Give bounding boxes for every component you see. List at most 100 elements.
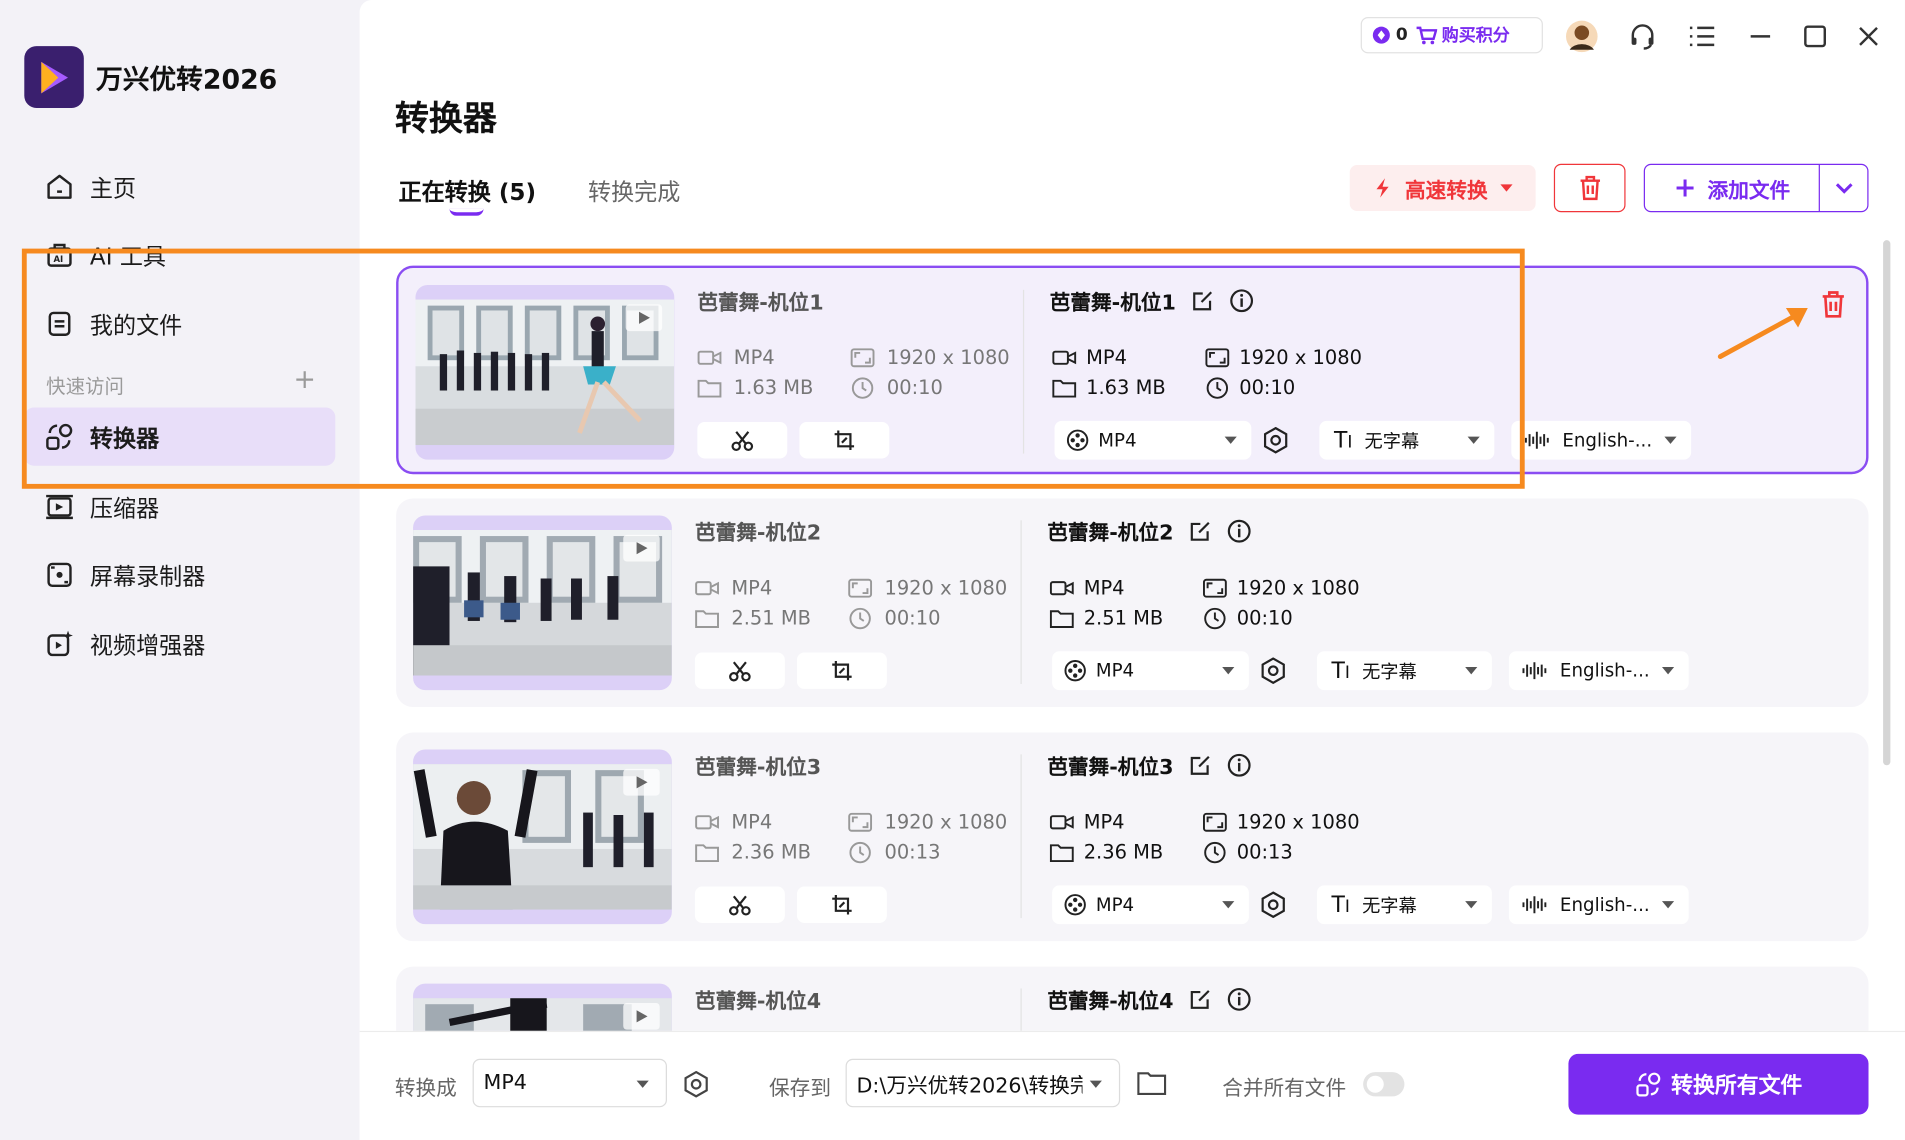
video-thumbnail[interactable] — [413, 749, 672, 925]
info-icon[interactable] — [1227, 987, 1251, 1011]
clock-icon — [1206, 376, 1229, 399]
subtitle-select[interactable]: TI 无字幕 — [1316, 651, 1492, 691]
crop-button[interactable] — [799, 422, 890, 459]
video-thumbnail[interactable] — [413, 983, 672, 1031]
subtitle-select[interactable]: TI 无字幕 — [1319, 420, 1495, 460]
convert-to-value: MP4 — [483, 1070, 527, 1096]
info-icon[interactable] — [1229, 288, 1253, 312]
merge-all-toggle[interactable] — [1363, 1072, 1405, 1097]
subtitle-value: 无字幕 — [1362, 660, 1417, 683]
trim-button[interactable] — [694, 886, 785, 923]
card-divider — [1020, 520, 1022, 685]
sidebar-item-screen-recorder[interactable]: 屏幕录制器 — [24, 546, 335, 604]
remove-file-button[interactable] — [1820, 290, 1847, 319]
sidebar-item-compressor[interactable]: 压缩器 — [24, 478, 335, 536]
file-card[interactable]: 芭蕾舞-机位1 MP4 1.63 MB 1920 x 1080 00:10 芭蕾… — [396, 265, 1869, 475]
sidebar-item-converter[interactable]: 转换器 — [24, 407, 336, 466]
tab-converting[interactable]: 正在转换 (5) — [398, 175, 536, 208]
save-to-select[interactable]: D:\万兴优转2026\转换完成 — [845, 1058, 1121, 1108]
sidebar-item-label: 视频增强器 — [89, 632, 206, 660]
buy-points-button[interactable]: 购买积分 — [1415, 23, 1510, 47]
sidebar-item-home[interactable]: 主页 — [24, 158, 335, 216]
video-thumbnail[interactable] — [413, 515, 672, 691]
list-scrollbar[interactable] — [1883, 240, 1891, 766]
convert-all-button[interactable]: 转换所有文件 — [1568, 1053, 1869, 1115]
chevron-down-icon — [1661, 901, 1675, 909]
source-size: 2.51 MB — [695, 606, 811, 629]
support-button[interactable] — [1623, 17, 1662, 56]
chevron-down-icon — [1467, 436, 1480, 444]
clock-icon — [851, 376, 874, 399]
output-format-select[interactable]: MP4 — [1052, 885, 1249, 925]
edit-icon[interactable] — [1190, 288, 1214, 312]
avatar[interactable] — [1562, 17, 1601, 56]
edit-icon[interactable] — [1188, 987, 1212, 1011]
info-icon[interactable] — [1227, 518, 1251, 543]
subtitle-value: 无字幕 — [1362, 894, 1417, 917]
edit-icon[interactable] — [1188, 518, 1212, 542]
app-logo-icon — [24, 46, 84, 108]
maximize-icon — [1804, 25, 1826, 48]
output-format-select[interactable]: MP4 — [1054, 420, 1252, 460]
file-card[interactable]: 芭蕾舞-机位4 芭蕾舞-机位4 — [396, 966, 1869, 1031]
close-button[interactable] — [1849, 17, 1888, 56]
clock-icon — [1204, 841, 1226, 863]
file-card[interactable]: 芭蕾舞-机位3 MP4 2.36 MB 1920 x 1080 00:13 芭蕾… — [396, 732, 1869, 942]
crop-button[interactable] — [796, 886, 887, 923]
open-folder-button[interactable] — [1137, 1071, 1167, 1096]
crop-icon — [832, 895, 852, 915]
sidebar-item-label: 压缩器 — [89, 495, 160, 523]
film-reel-icon — [1064, 894, 1086, 916]
edit-icon[interactable] — [1188, 753, 1212, 777]
delete-all-button[interactable] — [1553, 163, 1626, 213]
audio-track-select[interactable]: English-... — [1508, 885, 1689, 925]
format-settings-button[interactable] — [1256, 654, 1290, 688]
minimize-icon — [1750, 35, 1771, 38]
sidebar-item-my-files[interactable]: 我的文件 — [24, 295, 335, 353]
duration-label: 00:13 — [1236, 840, 1293, 864]
high-speed-conversion-button[interactable]: 高速转换 — [1349, 164, 1536, 212]
play-icon[interactable] — [623, 1002, 660, 1030]
crop-button[interactable] — [796, 652, 887, 689]
info-icon[interactable] — [1227, 753, 1251, 777]
audio-track-select[interactable]: English-... — [1508, 651, 1689, 691]
audio-wave-icon — [1522, 896, 1547, 914]
audio-track-select[interactable]: English-... — [1511, 420, 1692, 460]
quick-access-add-button[interactable]: + — [293, 367, 315, 399]
play-icon[interactable] — [625, 304, 663, 332]
source-format: MP4 — [695, 576, 772, 599]
add-files-main[interactable]: 添加文件 — [1645, 164, 1820, 212]
minimize-button[interactable] — [1741, 17, 1780, 56]
trim-button[interactable] — [694, 652, 785, 689]
add-files-dropdown[interactable] — [1820, 182, 1867, 194]
sidebar-item-ai-tools[interactable]: AI AI 工具 — [24, 226, 335, 284]
global-format-settings-button[interactable] — [683, 1070, 710, 1098]
play-icon[interactable] — [623, 768, 660, 796]
play-icon[interactable] — [623, 534, 660, 562]
size-label: 2.51 MB — [1083, 606, 1164, 630]
maximize-button[interactable] — [1796, 17, 1835, 56]
sidebar-item-label: AI 工具 — [89, 243, 167, 270]
output-format-select[interactable]: MP4 — [1052, 651, 1249, 691]
tab-completed[interactable]: 转换完成 — [588, 175, 680, 208]
duration-label: 00:13 — [884, 840, 941, 864]
subtitle-select[interactable]: TI 无字幕 — [1316, 885, 1492, 925]
output-file-name: 芭蕾舞-机位3 — [1047, 750, 1251, 780]
format-settings-button[interactable] — [1259, 423, 1293, 457]
resolution-icon — [1202, 812, 1227, 832]
format-settings-button[interactable] — [1256, 888, 1290, 922]
convert-to-select[interactable]: MP4 — [472, 1058, 667, 1108]
resolution-icon — [848, 578, 873, 598]
video-thumbnail[interactable] — [415, 285, 675, 460]
settings-icon — [1263, 426, 1288, 454]
points-widget[interactable]: 0 购买积分 — [1360, 16, 1543, 54]
video-camera-icon — [695, 580, 719, 595]
output-size: 1.63 MB — [1052, 376, 1166, 399]
add-files-button[interactable]: 添加文件 — [1643, 163, 1869, 213]
trim-button[interactable] — [697, 422, 788, 459]
menu-button[interactable] — [1683, 17, 1722, 56]
file-card[interactable]: 芭蕾舞-机位2 MP4 2.51 MB 1920 x 1080 00:10 芭蕾… — [396, 498, 1869, 708]
sidebar-item-label: 我的文件 — [89, 312, 183, 339]
size-label: 2.36 MB — [1083, 840, 1164, 864]
sidebar-item-video-enhancer[interactable]: 视频增强器 — [24, 615, 335, 673]
